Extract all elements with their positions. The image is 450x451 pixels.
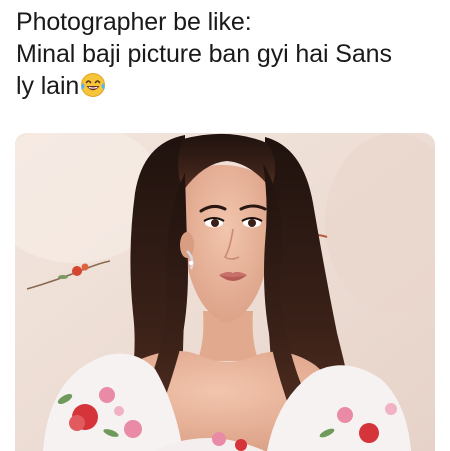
portrait-illustration (15, 133, 435, 451)
caption-line-3: ly lain (16, 70, 446, 102)
caption-line-1: Photographer be like: (16, 8, 252, 36)
face-with-tears-of-joy-icon (80, 72, 106, 98)
caption-line-2: Minal baji picture ban gyi hai Sans (16, 40, 392, 68)
post-photo (15, 133, 435, 451)
post-caption: Photographer be like: Minal baji picture… (16, 6, 446, 102)
caption-line-3-text: ly lain (16, 72, 80, 100)
